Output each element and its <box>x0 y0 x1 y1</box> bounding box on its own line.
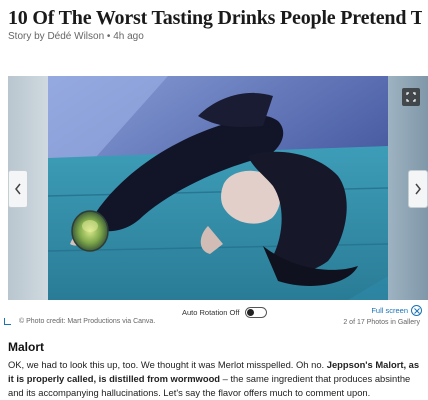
chevron-left-icon <box>15 183 21 195</box>
gallery-prev-button[interactable] <box>8 170 28 208</box>
section-body: OK, we had to look this up, too. We thou… <box>8 358 422 400</box>
body-text-part-1: OK, we had to look this up, too. We thou… <box>8 359 327 370</box>
auto-rotation-control: Auto Rotation Off <box>182 307 268 318</box>
photo-credit: © Photo credit: Mart Productions via Can… <box>19 318 156 325</box>
expand-button[interactable] <box>402 88 420 106</box>
gallery-photo <box>48 76 388 300</box>
expand-icon <box>406 92 416 102</box>
chevron-right-icon <box>415 183 421 195</box>
photo-gallery <box>8 76 428 300</box>
photo-illustration <box>48 76 388 300</box>
auto-rotation-toggle[interactable] <box>245 307 268 318</box>
gallery-next-button[interactable] <box>408 170 428 208</box>
gallery-controls: © Photo credit: Mart Productions via Can… <box>0 302 428 330</box>
toggle-knob <box>247 309 255 316</box>
article-byline: Story by Dédé Wilson • 4h ago <box>8 31 144 42</box>
section-heading: Malort <box>8 340 44 354</box>
gallery-counter: 2 of 17 Photos in Gallery <box>343 319 420 326</box>
fullscreen-label: Full screen <box>371 306 408 315</box>
article-title: 10 Of The Worst Tasting Drinks People Pr… <box>8 7 422 29</box>
corner-mark-icon <box>4 318 11 325</box>
fullscreen-button[interactable]: Full screen <box>371 305 422 316</box>
close-circle-icon <box>411 305 422 316</box>
auto-rotation-label: Auto Rotation Off <box>182 308 240 317</box>
